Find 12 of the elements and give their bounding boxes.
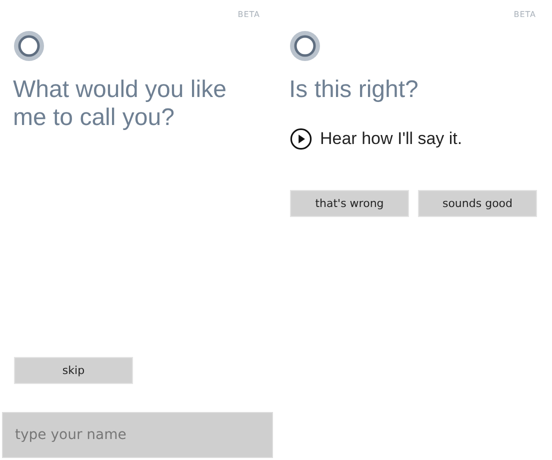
confirm-button[interactable]: sounds good xyxy=(418,190,537,217)
skip-button[interactable]: skip xyxy=(14,357,133,384)
question-heading: Is this right? xyxy=(289,76,420,104)
ring-icon xyxy=(13,30,45,62)
ring-icon xyxy=(289,30,321,62)
beta-label: BETA xyxy=(514,10,536,21)
play-icon xyxy=(290,128,312,150)
question-heading: What would you like me to call you? xyxy=(13,76,228,132)
name-input-field[interactable]: type your name xyxy=(2,412,273,458)
reject-button[interactable]: that's wrong xyxy=(290,190,409,217)
hear-pronunciation-link[interactable]: Hear how I'll say it. xyxy=(290,128,462,150)
beta-label: BETA xyxy=(238,10,260,21)
